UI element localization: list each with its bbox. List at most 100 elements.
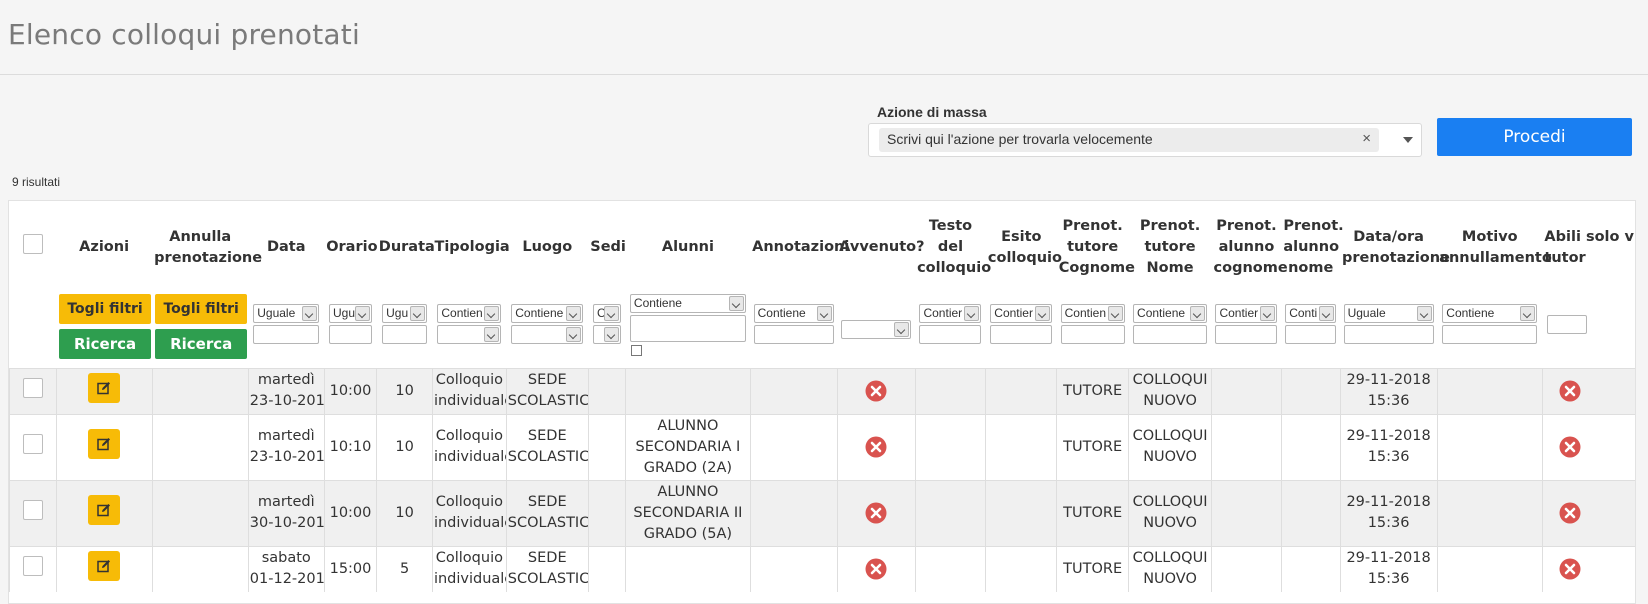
alunni-filter-operator[interactable]: Contiene [629,294,746,313]
cell-motivo [1436,479,1543,546]
abilita-filter-input[interactable] [1547,315,1588,334]
header-avvenuto[interactable]: Avvenuto? [837,201,924,294]
durata-filter-operator[interactable]: Ugu [382,304,428,323]
alunno-cognome-filter-input[interactable] [1215,325,1278,344]
tutore-cognome-filter-input[interactable] [1060,325,1125,344]
tipologia-filter-value[interactable] [437,325,502,344]
header-motivo[interactable]: Motivo annullamento [1437,201,1552,294]
dataora-filter-operator[interactable]: Uguale [1343,304,1434,323]
testo-filter-input[interactable] [919,325,982,344]
luogo-line2: SCOLASTICA [507,515,588,531]
clear-icon[interactable]: × [1362,130,1371,147]
tutore-nome-filter-input[interactable] [1133,325,1208,344]
luogo-filter-value[interactable] [511,325,584,344]
edit-icon [97,503,111,516]
header-dataora[interactable]: Data/ora prenotazione [1340,201,1450,294]
header-luogo[interactable]: Luogo [506,201,588,294]
header-durata[interactable]: Durata [377,201,435,294]
header-sedi[interactable]: Sedi [588,201,626,294]
filter-dataora: Uguale [1340,294,1437,368]
cell-luogo: SEDE SCOLASTICA [505,367,589,414]
cell-avvenuto [836,367,916,414]
orario-filter-operator[interactable]: Ugu [328,304,372,323]
remove-filters-button[interactable]: Togli filtri [155,294,248,324]
operator-label: Ugu [386,306,409,320]
luogo-line1: SEDE [527,550,567,567]
annotazioni-filter-input[interactable] [753,325,834,344]
edit-button[interactable] [88,550,121,581]
header-alunno-cognome[interactable]: Prenot. alunno cognome [1212,201,1288,294]
data-filter-operator[interactable]: Uguale [253,304,320,323]
sedi-filter-value[interactable] [592,325,621,344]
header-abilita[interactable]: Abili solo visio tutor [1542,201,1635,294]
annotazioni-filter-operator[interactable]: Contiene [753,304,834,323]
header-data[interactable]: Data [248,201,324,294]
tutore-nome-line2: NUOVO [1143,515,1197,531]
table-row[interactable]: sabato 01-12-2018 15:00 5 Colloquio indivi… [9,545,1635,592]
data-day: sabato [261,550,311,567]
alunno-cognome-filter-operator[interactable]: Contier [1215,304,1278,323]
tutore-cognome-filter-operator[interactable]: Contien [1060,304,1125,323]
table-row[interactable]: martedì 30-10-2018 10:00 10 Colloquio indi… [9,479,1635,546]
row-actions-cell [55,479,153,546]
search-button[interactable]: Ricerca [59,329,152,359]
motivo-filter-operator[interactable]: Contiene [1442,304,1538,323]
edit-button[interactable] [88,372,121,403]
operator-label: Contier [994,306,1033,320]
header-esito[interactable]: Esito colloquio [986,201,1062,294]
sedi-filter-operator[interactable]: C [592,304,621,323]
alunno-nome-filter-operator[interactable]: Conti [1285,304,1337,323]
header-alunni[interactable]: Alunni [626,201,750,294]
header-orario[interactable]: Orario [324,201,377,294]
chevron-down-icon [1260,306,1276,321]
header-tutore-cognome[interactable]: Prenot. tutore Cognome [1057,201,1135,294]
select-all-checkbox[interactable] [22,234,43,254]
tipologia-filter-operator[interactable]: Contien [437,304,502,323]
chevron-down-icon [894,322,910,337]
mass-action-select[interactable]: Scrivi qui l'azione per trovarla velocem… [868,123,1422,157]
mass-action-selected: Scrivi qui l'azione per trovarla velocem… [879,128,1379,152]
cell-durata: 10 [376,413,433,480]
dataora-filter-input[interactable] [1343,325,1434,344]
alunno-nome-filter-input[interactable] [1285,325,1337,344]
procedi-button[interactable]: Procedi [1437,118,1632,156]
cell-esito [985,367,1057,414]
filter-tipologia: Contien [432,294,506,368]
edit-button[interactable] [88,494,121,525]
row-checkbox[interactable] [22,377,43,398]
header-annotazioni[interactable]: Annotazioni [750,201,849,294]
orario-value: 10:00 [329,382,372,399]
luogo-filter-operator[interactable]: Contiene [511,304,584,323]
alunni-filter-input[interactable] [629,315,746,342]
table-row[interactable]: martedì 23-10-2018 10:00 10 Colloquio indi… [9,367,1635,414]
orario-filter-input[interactable] [328,325,372,344]
edit-button[interactable] [88,428,121,459]
testo-filter-operator[interactable]: Contier [919,304,982,323]
tutore-nome-filter-operator[interactable]: Contiene [1133,304,1208,323]
esito-filter-input[interactable] [990,325,1053,344]
row-checkbox[interactable] [22,499,43,520]
motivo-filter-input[interactable] [1442,325,1538,344]
row-select-cell [9,367,57,414]
cell-alunno-cognome [1211,479,1282,546]
row-checkbox[interactable] [22,555,43,576]
esito-filter-operator[interactable]: Contier [990,304,1053,323]
chevron-down-icon[interactable] [1403,137,1413,143]
header-select-all[interactable] [10,201,57,294]
durata-filter-input[interactable] [382,325,428,344]
row-checkbox[interactable] [22,433,43,454]
dataora-time: 15:36 [1367,571,1410,588]
search-button[interactable]: Ricerca [155,329,248,359]
alunni-line2: SECONDARIA I [635,438,741,455]
remove-filters-button[interactable]: Togli filtri [59,294,152,324]
alunni-filter-checkbox[interactable] [630,345,642,356]
header-tutore-nome[interactable]: Prenot. tutore Nome [1129,201,1212,294]
header-alunno-nome[interactable]: Prenot. alunno nome [1281,201,1343,294]
header-tipologia[interactable]: Tipologia [432,201,509,294]
data-filter-input[interactable] [253,325,320,344]
avvenuto-filter-select[interactable] [841,320,912,339]
table-row[interactable]: martedì 23-10-2018 10:10 10 Colloquio indi… [9,413,1635,480]
header-testo[interactable]: Testo del colloquio [915,201,991,294]
durata-value: 10 [395,438,414,455]
tipologia-line1: Colloquio [435,372,503,388]
